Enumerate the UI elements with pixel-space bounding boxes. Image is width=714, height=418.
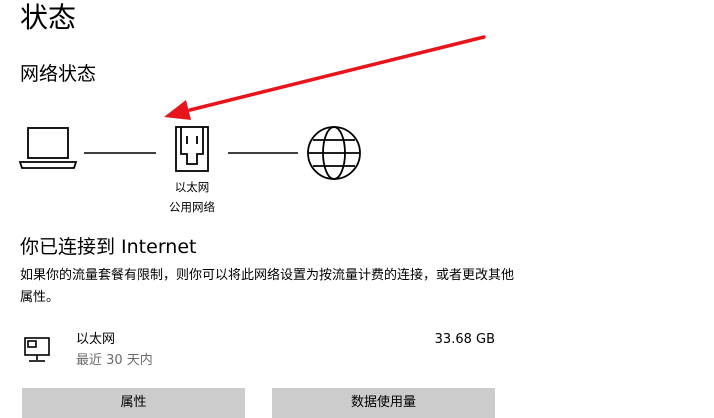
laptop-icon <box>18 127 78 169</box>
adapter-label: 以太网 <box>174 180 210 194</box>
network-adapter-icon <box>24 337 50 362</box>
network-profile-label: 公用网络 <box>169 200 215 214</box>
properties-button[interactable]: 属性 <box>22 388 245 418</box>
data-usage-value: 33.68 GB <box>434 332 495 347</box>
annotation-arrow <box>164 35 486 120</box>
usage-period: 最近 30 天内 <box>76 353 153 368</box>
network-diagram <box>18 35 486 180</box>
ethernet-icon <box>175 126 209 172</box>
globe-icon <box>307 126 361 180</box>
connection-status-heading: 你已连接到 Internet <box>20 236 197 258</box>
connection-status-description: 如果你的流量套餐有限制，则你可以将此网络设置为按流量计费的连接，或者更改其他属性… <box>20 268 515 305</box>
adapter-name: 以太网 <box>76 332 116 347</box>
data-usage-button[interactable]: 数据使用量 <box>272 388 495 418</box>
